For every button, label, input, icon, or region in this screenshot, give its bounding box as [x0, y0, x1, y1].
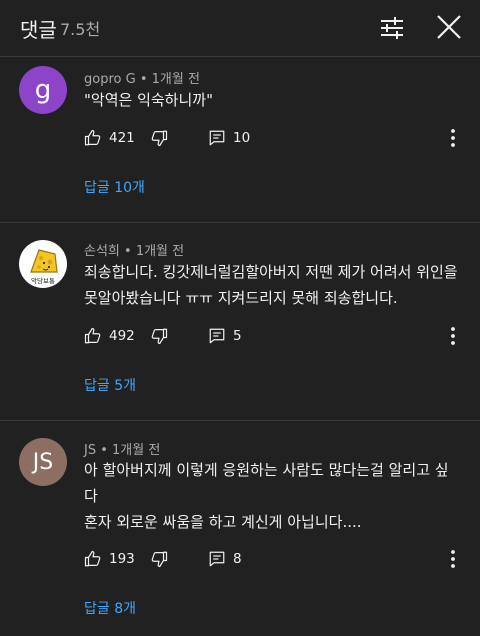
avatar-initial: g: [34, 75, 52, 105]
comment-time: 1개월 전: [151, 72, 200, 87]
thumbs-up-icon: [84, 550, 101, 567]
like-count: 492: [109, 328, 135, 344]
more-vert-icon[interactable]: [450, 549, 456, 569]
comment-line: "악역은 익숙하니까": [84, 91, 213, 109]
comment-time: 1개월 전: [112, 443, 161, 458]
reply-count: 5: [233, 328, 242, 344]
comment-text: 아 할아버지께 이렇게 응원하는 사람도 많다는걸 알리고 싶 다 혼자 외로운…: [84, 457, 464, 535]
comment-line: 죄송합니다. 킹갓제너럴김할아버지 저땐 제가 어려서 위인을: [84, 263, 458, 281]
dislike-button[interactable]: [150, 547, 168, 571]
comments-title: 댓글: [20, 18, 57, 42]
comment-text: 죄송합니다. 킹갓제너럴김할아버지 저땐 제가 어려서 위인을 못알아봤습니다 …: [84, 259, 476, 311]
cheese-character-icon: 악당보통: [30, 249, 58, 285]
thumbs-down-icon: [151, 328, 168, 345]
meta-separator: •: [135, 72, 152, 87]
avatar-initials: JS: [32, 449, 54, 475]
comment-author[interactable]: gopro G: [84, 72, 136, 87]
comment-text: "악역은 익숙하니까": [84, 87, 464, 113]
reply-icon: [209, 130, 225, 146]
reply-icon: [209, 328, 225, 344]
more-vert-icon[interactable]: [450, 128, 456, 148]
reply-button[interactable]: 10: [208, 126, 250, 150]
reply-button[interactable]: 5: [208, 324, 242, 348]
thumbs-up-icon: [84, 129, 101, 146]
close-icon[interactable]: [434, 12, 464, 42]
thumbs-up-icon: [84, 327, 101, 344]
dislike-button[interactable]: [150, 126, 168, 150]
comment-meta: JS • 1개월 전: [84, 439, 160, 458]
comment-line: 혼자 외로운 싸움을 하고 계신게 아닙니다....: [84, 513, 362, 531]
comment-time: 1개월 전: [135, 244, 185, 259]
avatar[interactable]: 악당보통: [19, 240, 67, 288]
more-vert-icon[interactable]: [450, 326, 456, 346]
comments-count: 7.5천: [60, 20, 101, 39]
comment-line: 다: [84, 487, 98, 505]
comment-actions: 492 5: [84, 324, 474, 348]
reply-count: 10: [233, 130, 251, 146]
view-replies-link[interactable]: 답글 5개: [84, 375, 136, 395]
avatar-caption: 악당보통: [31, 276, 55, 285]
comment-author[interactable]: 손석희: [84, 244, 120, 259]
view-replies-link[interactable]: 답글 10개: [84, 177, 145, 197]
view-replies-link[interactable]: 답글 8개: [84, 598, 136, 618]
meta-separator: •: [119, 244, 136, 259]
reply-button[interactable]: 8: [208, 547, 242, 571]
comment-actions: 421 10: [84, 126, 474, 150]
comment-meta: gopro G • 1개월 전: [84, 68, 200, 87]
comment-actions: 193 8: [84, 547, 474, 571]
like-button[interactable]: 421: [84, 126, 135, 150]
like-button[interactable]: 492: [84, 324, 135, 348]
meta-separator: •: [96, 443, 113, 458]
comments-header: 댓글 7.5천: [0, 0, 480, 56]
comment-item: JS JS • 1개월 전 아 할아버지께 이렇게 응원하는 사람도 많다는걸 …: [0, 421, 480, 636]
like-button[interactable]: 193: [84, 547, 135, 571]
comment-line: 못알아봤습니다 ㅠㅠ 지켜드리지 못해 죄송합니다.: [84, 289, 398, 307]
thumbs-down-icon: [151, 130, 168, 147]
comment-author[interactable]: JS: [84, 443, 96, 458]
avatar[interactable]: g: [19, 66, 67, 114]
comment-meta: 손석희 • 1개월 전: [84, 240, 184, 259]
like-count: 193: [109, 551, 135, 567]
sort-icon[interactable]: [378, 14, 406, 42]
like-count: 421: [109, 130, 135, 146]
dislike-button[interactable]: [150, 324, 168, 348]
reply-icon: [209, 551, 225, 567]
comment-item: 악당보통 손석희 • 1개월 전 죄송합니다. 킹갓제너럴김할아버지 저땐 제가…: [0, 223, 480, 420]
reply-count: 8: [233, 551, 242, 567]
comment-item: g gopro G • 1개월 전 "악역은 익숙하니까" 421 10 답글 …: [0, 56, 480, 222]
thumbs-down-icon: [151, 551, 168, 568]
avatar[interactable]: JS: [19, 438, 67, 486]
comment-line: 아 할아버지께 이렇게 응원하는 사람도 많다는걸 알리고 싶: [84, 461, 449, 479]
